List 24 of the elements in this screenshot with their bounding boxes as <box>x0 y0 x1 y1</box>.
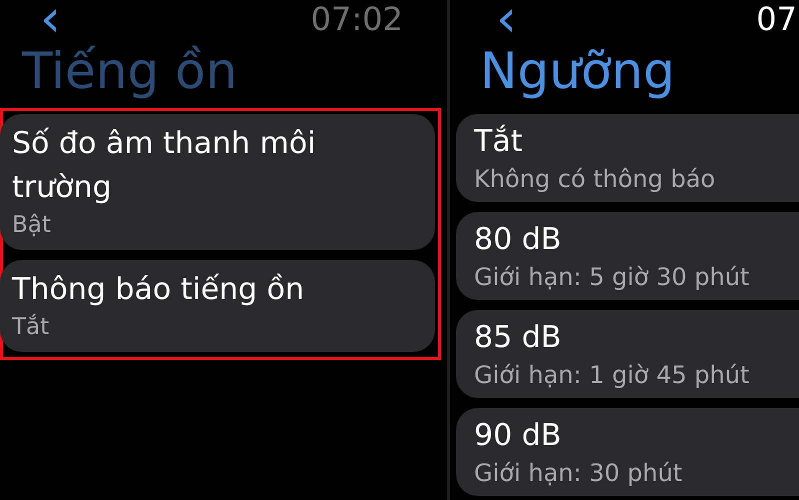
clock-time: 07 <box>756 0 797 38</box>
item-label: 90 dB <box>474 417 562 455</box>
list-item[interactable]: 90 dB Giới hạn: 30 phút <box>456 408 799 496</box>
back-button[interactable]: ‹ <box>492 2 521 36</box>
item-label: 85 dB <box>474 319 562 357</box>
item-value: Tắt <box>12 312 50 342</box>
item-value: Không có thông báo <box>474 164 716 194</box>
item-value: Bật <box>12 211 52 240</box>
clock-time: 07:02 <box>310 0 403 38</box>
list-item[interactable]: 80 dB Giới hạn: 5 giờ 30 phút <box>456 212 799 300</box>
screen-title: Tiếng ồn <box>22 41 238 102</box>
list-item[interactable]: Số đo âm thanh môi trường Bật <box>0 114 435 250</box>
list-item[interactable]: Tắt Không có thông báo <box>456 114 799 202</box>
item-label: 80 dB <box>474 221 562 259</box>
list-item[interactable]: Thông báo tiếng ồn Tắt <box>0 260 435 352</box>
item-label: Số đo âm thanh môi trường <box>12 125 317 207</box>
screen-title: Ngưỡng <box>480 41 676 102</box>
item-label: Thông báo tiếng ồn <box>12 271 306 309</box>
item-value: Giới hạn: 1 giờ 45 phút <box>474 360 750 390</box>
item-label: Tắt <box>474 123 524 161</box>
back-button[interactable]: ‹ <box>36 2 65 36</box>
item-value: Giới hạn: 30 phút <box>474 458 684 488</box>
item-value: Giới hạn: 5 giờ 30 phút <box>474 262 750 292</box>
list-item[interactable]: 85 dB Giới hạn: 1 giờ 45 phút <box>456 310 799 398</box>
